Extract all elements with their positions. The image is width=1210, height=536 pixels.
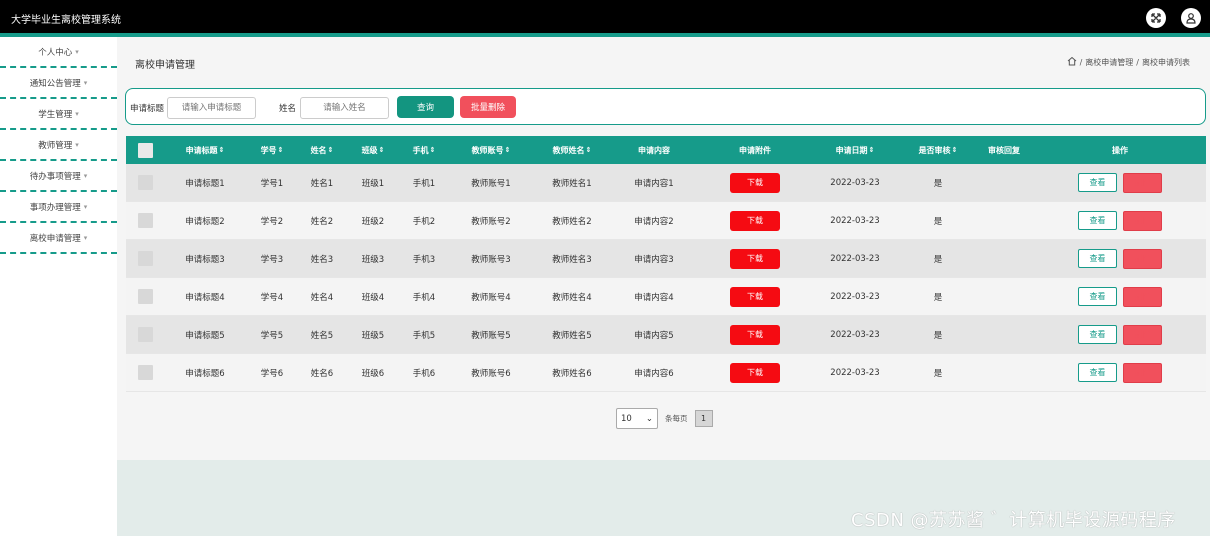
sidebar-item-label: 离校申请管理 [29,233,81,244]
top-bar: 大学毕业生离校管理系统 [0,0,1210,33]
per-page-label: 条每页 [665,414,688,423]
sidebar-item-label: 教师管理 [38,140,73,151]
breadcrumb-separator: / [1136,57,1139,67]
batch-delete-button[interactable]: 批量删除 [460,96,516,118]
cell-reply [939,278,1069,315]
actions-cell: 查看 删除 [1055,354,1185,391]
chevron-down-icon: ⌄ [645,413,653,424]
app-title: 大学毕业生离校管理系统 [11,15,121,26]
download-button[interactable]: 下载 [730,210,780,231]
breadcrumb-item[interactable]: 离校申请管理 [1085,57,1133,68]
column-header-label: 审核回复 [988,145,1020,155]
watermark: CSDN @苏苏酱 ゛计算机毕设源码程序 [851,510,1176,531]
download-button[interactable]: 下载 [730,172,780,193]
cell-reply [939,240,1069,277]
cell-reply [939,316,1069,353]
sidebar-item-label: 通知公告管理 [29,78,81,89]
actions-cell: 查看 删除 [1055,202,1185,239]
download-button[interactable]: 下载 [730,324,780,345]
page-number-button[interactable]: 1 [694,410,713,427]
column-header-label: 申请附件 [739,145,771,155]
chevron-down-icon: ▾ [75,47,79,56]
cell-reply [939,202,1069,239]
sidebar-item-label: 个人中心 [38,47,73,58]
col-header-reply: 审核回复 [939,136,1069,164]
sidebar-item-students[interactable]: 学生管理 ▾ [0,99,117,130]
view-button[interactable]: 查看 [1078,211,1117,230]
chevron-down-icon: ▾ [75,140,79,149]
column-header-label: 教师账号 [471,145,504,155]
name-search-input[interactable] [300,97,389,119]
table-row: 申请标题1 学号1 姓名1 班级1 手机1 教师账号1 教师姓名1 申请内容1 下载 2022-0… [126,164,1206,202]
page-size-value: 10 [621,413,632,424]
col-header-actions: 操作 [1055,136,1185,164]
table-row: 申请标题3 学号3 姓名3 班级3 手机3 教师账号3 教师姓名3 申请内容3 下载 2022-0… [126,240,1206,278]
delete-button[interactable]: 删除 [1123,172,1162,193]
view-button[interactable]: 查看 [1078,173,1117,192]
download-button[interactable]: 下载 [730,248,780,269]
chevron-down-icon: ▾ [83,78,88,87]
view-button[interactable]: 查看 [1078,249,1117,268]
delete-button[interactable]: 删除 [1123,324,1162,345]
delete-button[interactable]: 删除 [1123,286,1162,307]
breadcrumb-separator: / [1079,57,1083,67]
delete-button[interactable]: 删除 [1123,210,1162,231]
breadcrumb: / 离校申请管理 / 离校申请列表 [1067,56,1190,68]
data-table: 申请标题 ⇕ 学号 ⇕ 姓名 ⇕ 班级 ⇕ 手机 ⇕ 教师账号 ⇕ 教师姓名 ⇕ 申请内容 申请附件 申请日期 ⇕… [126,136,1206,392]
actions-cell: 查看 删除 [1055,164,1185,201]
delete-button[interactable]: 删除 [1123,248,1162,269]
user-icon[interactable] [1181,8,1201,28]
page-title: 离校申请管理 [135,60,195,71]
table-header: 申请标题 ⇕ 学号 ⇕ 姓名 ⇕ 班级 ⇕ 手机 ⇕ 教师账号 ⇕ 教师姓名 ⇕ 申请内容 申请附件 申请日期 ⇕… [126,136,1206,164]
sidebar-item-personal-center[interactable]: 个人中心 ▾ [0,37,117,68]
delete-button[interactable]: 删除 [1123,362,1162,383]
sidebar-item-label: 学生管理 [38,109,73,120]
actions-cell: 查看 删除 [1055,240,1185,277]
column-header-label: 操作 [1112,145,1128,155]
fullscreen-icon[interactable] [1146,8,1166,28]
pagination: 10 ⌄ 条每页 1 [616,408,713,429]
table-row: 申请标题5 学号5 姓名5 班级5 手机5 教师账号5 教师姓名5 申请内容5 下载 2022-0… [126,316,1206,354]
cell-reply [939,354,1069,391]
column-header-label: 教师姓名 [552,145,585,155]
table-body: 申请标题1 学号1 姓名1 班级1 手机1 教师账号1 教师姓名1 申请内容1 下载 2022-0… [126,164,1206,392]
view-button[interactable]: 查看 [1078,287,1117,306]
download-button[interactable]: 下载 [730,286,780,307]
cell-reply [939,164,1069,201]
title-filter-label: 申请标题 [130,104,165,114]
name-filter-label: 姓名 [279,104,297,114]
download-button[interactable]: 下载 [730,362,780,383]
column-header-label: 申请日期 [835,145,868,155]
table-row: 申请标题6 学号6 姓名6 班级6 手机6 教师账号6 教师姓名6 申请内容6 下载 2022-0… [126,354,1206,392]
table-row: 申请标题4 学号4 姓名4 班级4 手机4 教师账号4 教师姓名4 申请内容4 下载 2022-0… [126,278,1206,316]
sidebar-item-label: 事项办理管理 [29,202,81,213]
title-search-input[interactable] [167,97,256,119]
home-icon[interactable] [1067,56,1077,68]
column-header-label: 申请内容 [638,145,670,155]
sidebar-item-label: 待办事项管理 [29,171,81,182]
view-button[interactable]: 查看 [1078,363,1117,382]
sidebar-item-notices[interactable]: 通知公告管理 ▾ [0,68,117,99]
query-button[interactable]: 查询 [397,96,454,118]
breadcrumb-item: 离校申请列表 [1142,57,1190,67]
page-size-select[interactable]: 10 ⌄ [616,408,658,429]
chevron-down-icon: ▾ [75,109,79,118]
actions-cell: 查看 删除 [1055,278,1185,315]
actions-cell: 查看 删除 [1055,316,1185,353]
view-button[interactable]: 查看 [1078,325,1117,344]
search-panel: 申请标题 姓名 查询 批量删除 [125,88,1206,125]
table-row: 申请标题2 学号2 姓名2 班级2 手机2 教师账号2 教师姓名2 申请内容2 下载 2022-0… [126,202,1206,240]
